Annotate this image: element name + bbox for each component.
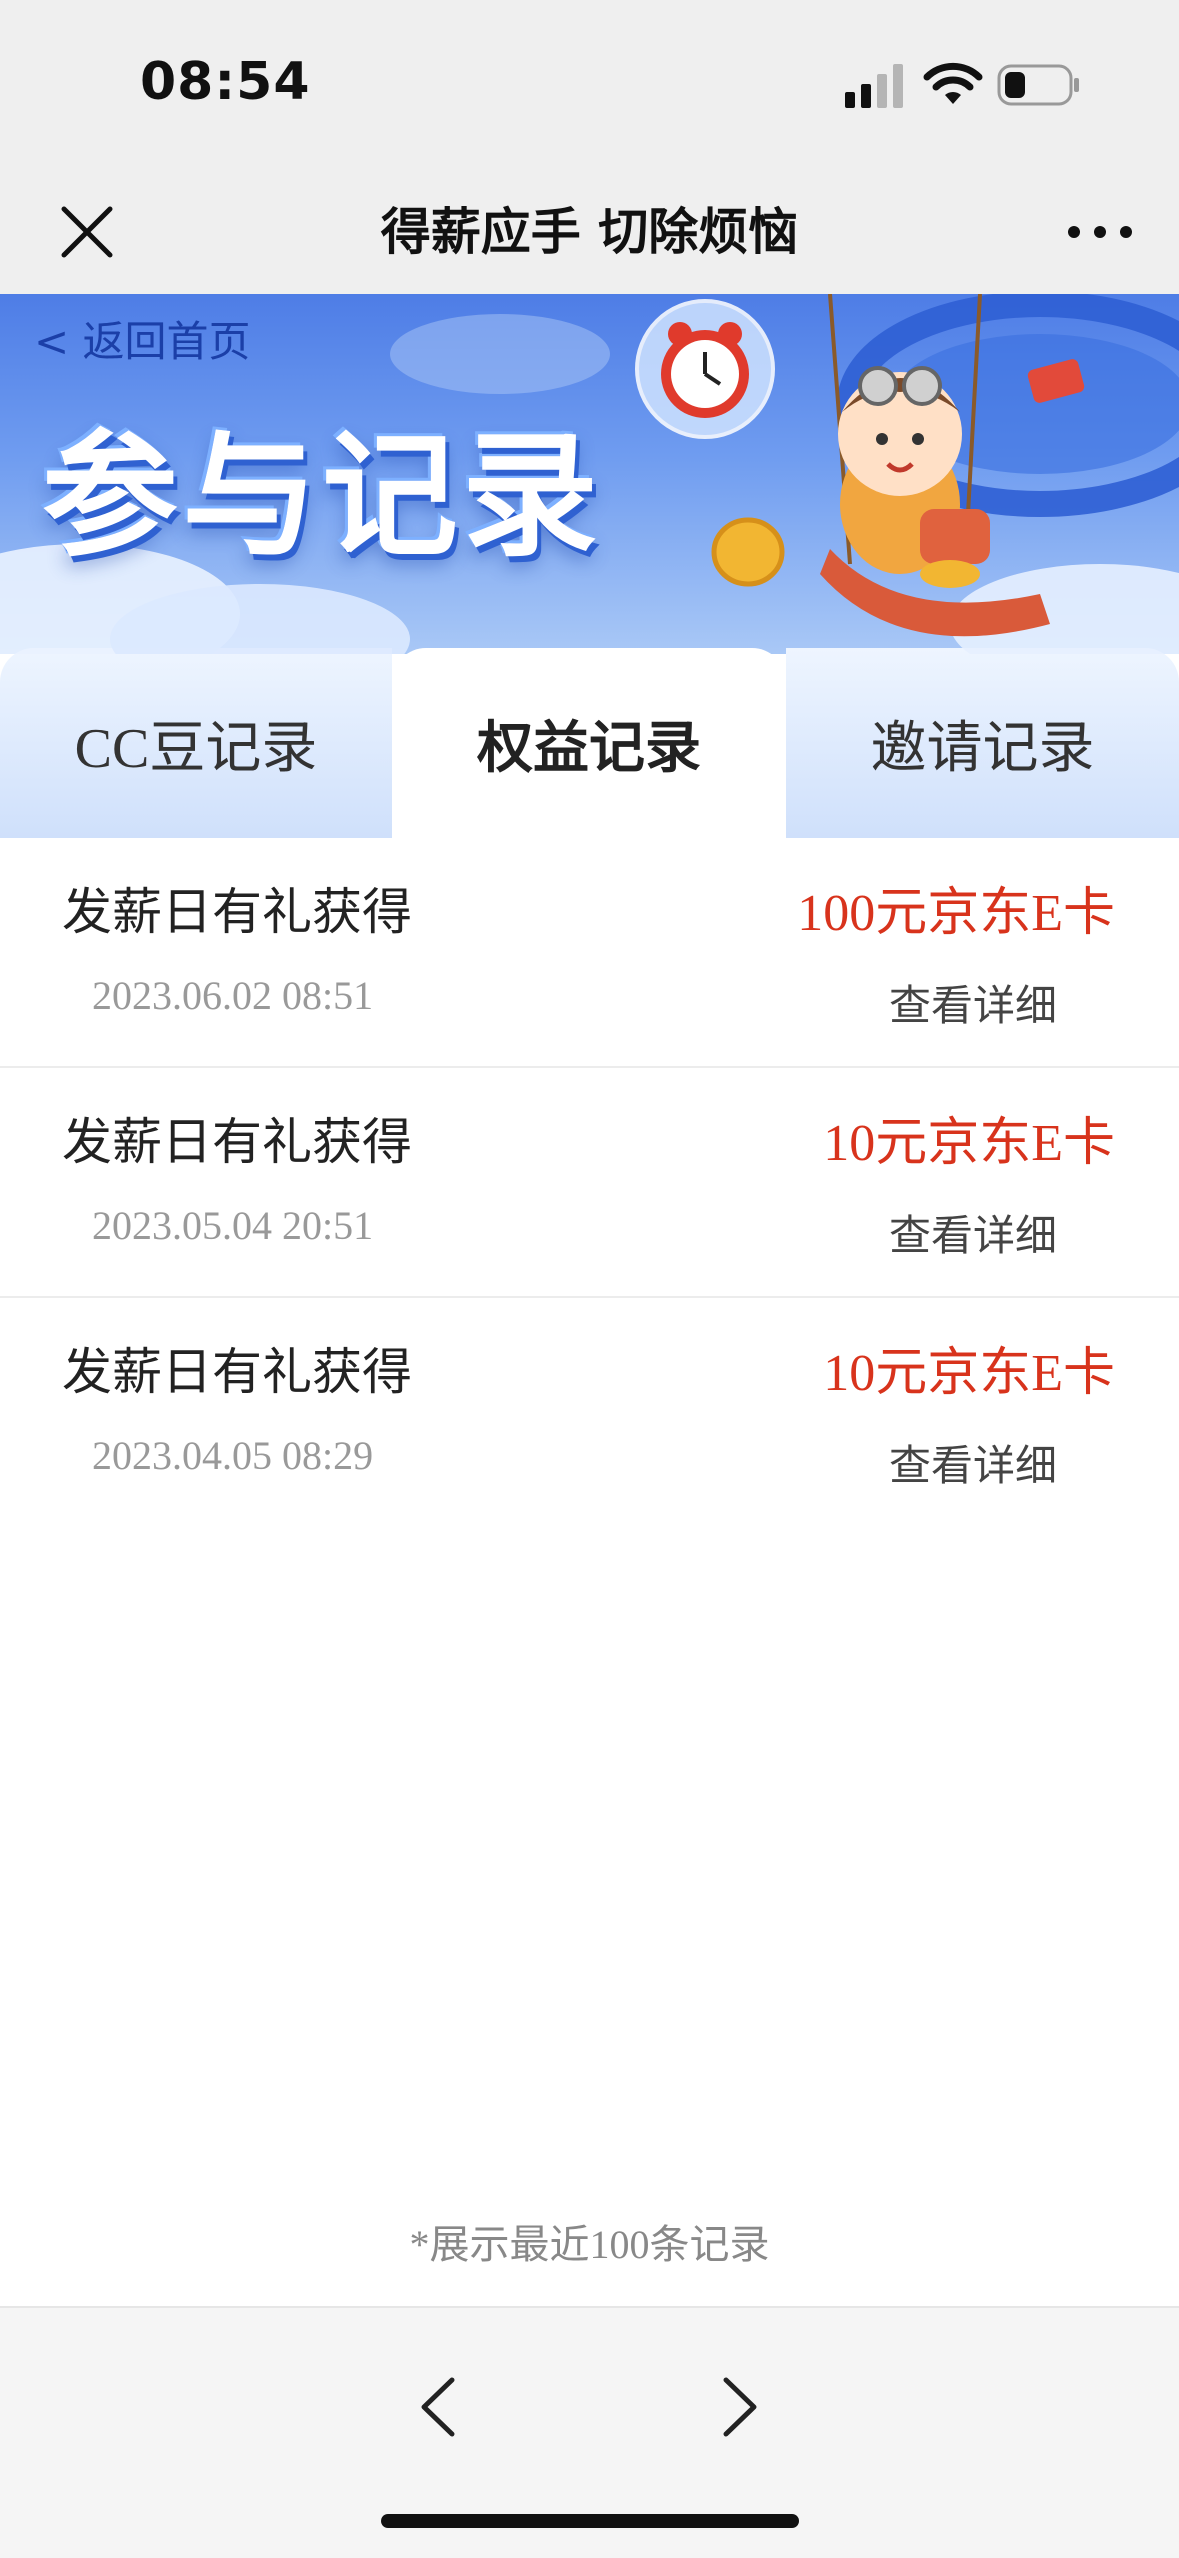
tab-cc-beans[interactable]: CC豆记录 bbox=[0, 648, 392, 838]
list-item: 发薪日有礼获得 2023.05.04 20:51 10元京东E卡 查看详细 bbox=[0, 1068, 1179, 1298]
tab-invitations[interactable]: 邀请记录 bbox=[786, 648, 1179, 838]
status-time: 08:54 bbox=[140, 52, 311, 112]
record-reward: 10元京东E卡 bbox=[823, 1345, 1115, 1402]
banner-title: 参与记录 bbox=[42, 418, 602, 576]
chevron-right-icon[interactable] bbox=[710, 2370, 770, 2444]
record-date: 2023.04.05 08:29 bbox=[92, 1433, 374, 1478]
status-bar: 08:54 bbox=[0, 0, 1179, 170]
record-title: 发薪日有礼获得 bbox=[62, 883, 412, 941]
nav-bar: 得薪应手 切除烦恼 bbox=[0, 170, 1179, 294]
wifi-icon bbox=[923, 62, 983, 104]
list-item: 发薪日有礼获得 2023.04.05 08:29 10元京东E卡 查看详细 bbox=[0, 1298, 1179, 1526]
record-date: 2023.05.04 20:51 bbox=[92, 1203, 374, 1248]
footer-note: *展示最近100条记录 bbox=[409, 2222, 770, 2267]
record-title: 发薪日有礼获得 bbox=[62, 1113, 412, 1171]
home-indicator[interactable] bbox=[381, 2514, 799, 2528]
view-detail-link[interactable]: 查看详细 bbox=[889, 1202, 1057, 1263]
tab-benefits[interactable]: 权益记录 bbox=[392, 648, 786, 838]
record-title: 发薪日有礼获得 bbox=[62, 1343, 412, 1401]
battery-icon bbox=[997, 64, 1079, 106]
banner: < 返回首页 参与记录 bbox=[0, 294, 1179, 654]
record-reward: 100元京东E卡 bbox=[797, 885, 1115, 942]
view-detail-link[interactable]: 查看详细 bbox=[889, 972, 1057, 1033]
record-list: 发薪日有礼获得 2023.06.02 08:51 100元京东E卡 查看详细 发… bbox=[0, 838, 1179, 1526]
back-home-link[interactable]: < 返回首页 bbox=[34, 308, 251, 369]
record-reward: 10元京东E卡 bbox=[823, 1115, 1115, 1172]
list-item: 发薪日有礼获得 2023.06.02 08:51 100元京东E卡 查看详细 bbox=[0, 838, 1179, 1068]
view-detail-link[interactable]: 查看详细 bbox=[889, 1432, 1057, 1493]
record-date: 2023.06.02 08:51 bbox=[92, 973, 374, 1018]
page-title: 得薪应手 切除烦恼 bbox=[380, 203, 799, 261]
tab-bar: CC豆记录 权益记录 邀请记录 bbox=[0, 648, 1179, 838]
chevron-left-icon[interactable] bbox=[408, 2370, 468, 2444]
more-icon[interactable] bbox=[1060, 200, 1140, 264]
signal-icon bbox=[845, 64, 903, 108]
